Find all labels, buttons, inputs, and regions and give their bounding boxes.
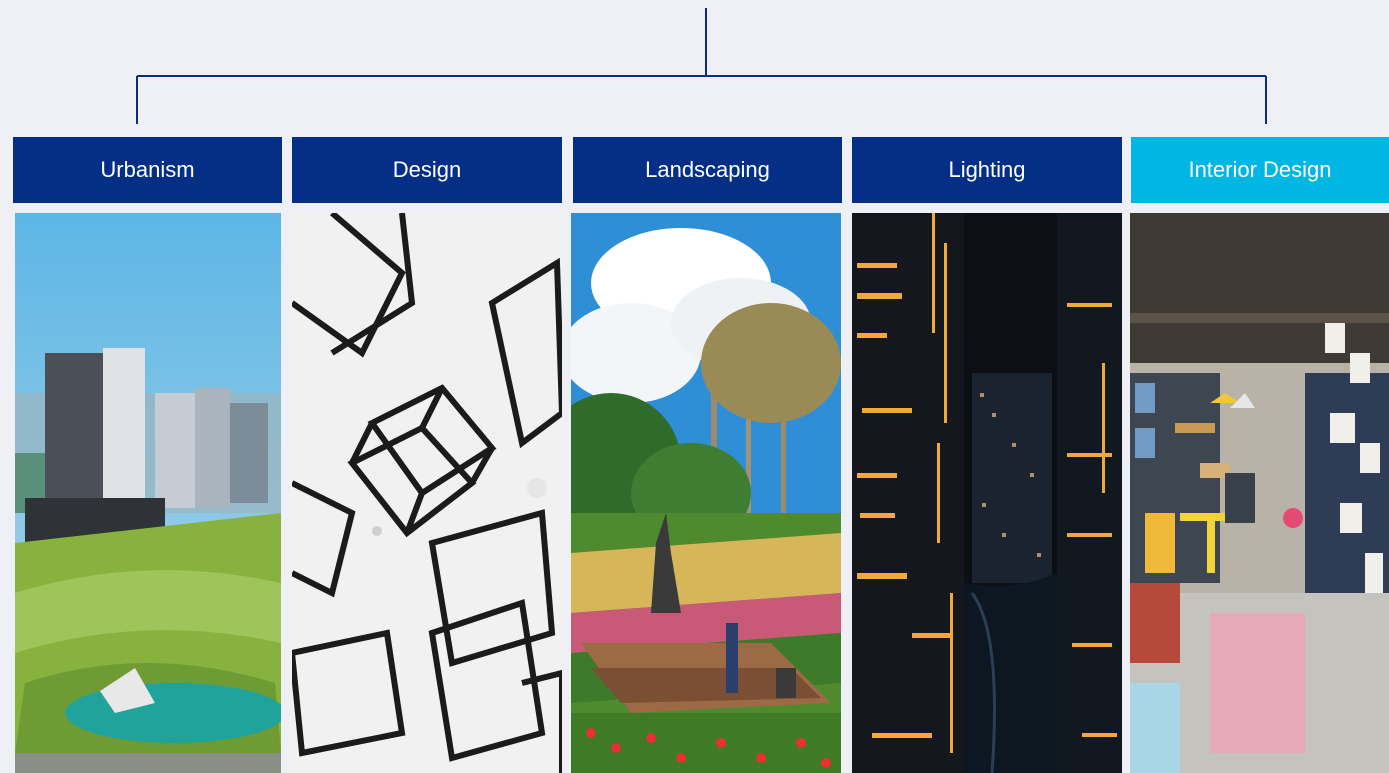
lighting-photo[interactable] bbox=[852, 213, 1122, 773]
tab-label: Urbanism bbox=[100, 157, 195, 182]
tab-label: Design bbox=[392, 157, 462, 182]
tab-lighting[interactable]: Lighting bbox=[852, 137, 1122, 203]
tab-urbanism[interactable]: Urbanism bbox=[13, 137, 282, 203]
landscaping-photo[interactable] bbox=[571, 213, 841, 773]
tab-landscaping[interactable]: Landscaping bbox=[573, 137, 842, 203]
tab-label: Landscaping bbox=[645, 157, 770, 182]
interior-design-photo[interactable] bbox=[1130, 213, 1389, 773]
urbanism-photo[interactable] bbox=[15, 213, 281, 773]
tab-label: Lighting bbox=[948, 157, 1026, 182]
tab-label: Interior Design bbox=[1188, 157, 1332, 182]
tab-design[interactable]: Design bbox=[292, 137, 562, 203]
tree-connector bbox=[136, 8, 1267, 124]
tab-interior-design[interactable]: Interior Design bbox=[1131, 137, 1389, 203]
design-photo[interactable] bbox=[292, 213, 562, 773]
